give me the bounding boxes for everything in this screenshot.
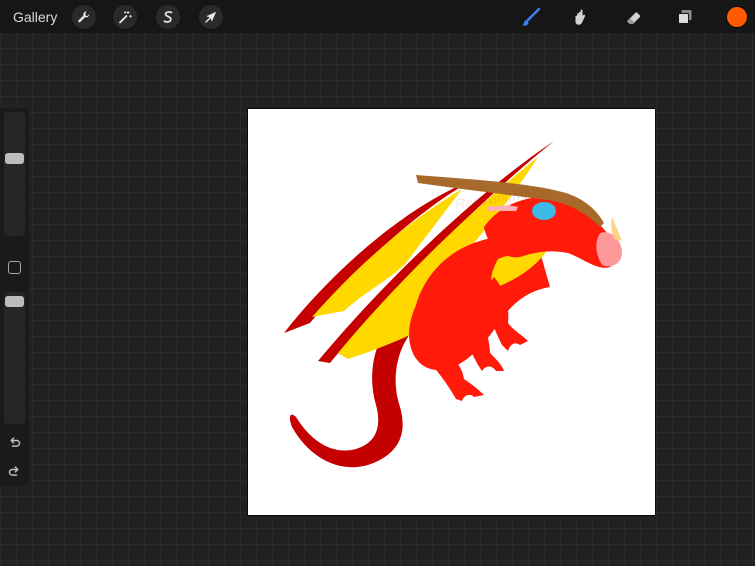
smudge-tool-button[interactable] [570, 5, 594, 29]
transform-button[interactable] [199, 5, 223, 29]
brush-icon [522, 7, 541, 26]
undo-icon[interactable] [7, 435, 22, 450]
brush-tool-button[interactable] [519, 5, 543, 29]
opacity-slider-thumb[interactable] [5, 296, 24, 307]
arrow-cursor-icon [205, 11, 217, 23]
modify-button[interactable] [8, 261, 21, 274]
dragon-artwork: RedWingMaker [284, 141, 622, 468]
gallery-button[interactable]: Gallery [13, 8, 57, 26]
wrench-icon [78, 11, 90, 23]
eraser-tool-button[interactable] [622, 5, 646, 29]
redo-icon[interactable] [7, 464, 22, 479]
color-picker-button[interactable] [726, 6, 748, 28]
magic-wand-icon [119, 11, 132, 24]
layers-button[interactable] [673, 5, 697, 29]
dragon-eye [532, 202, 556, 220]
layers-icon [678, 10, 692, 24]
adjustments-button[interactable] [113, 5, 137, 29]
procreate-app: Gallery RedWingMaker [0, 0, 755, 566]
opacity-slider[interactable] [4, 292, 25, 424]
top-toolbar: Gallery [0, 0, 755, 33]
brush-size-slider[interactable] [4, 112, 25, 236]
selection-s-icon [163, 11, 173, 23]
left-sidebar [0, 108, 29, 486]
selection-button[interactable] [156, 5, 180, 29]
drawing-canvas[interactable]: RedWingMaker [247, 108, 656, 516]
eraser-icon [627, 12, 641, 24]
smudge-icon [575, 9, 586, 25]
actions-button[interactable] [72, 5, 96, 29]
brush-size-slider-thumb[interactable] [5, 153, 24, 164]
